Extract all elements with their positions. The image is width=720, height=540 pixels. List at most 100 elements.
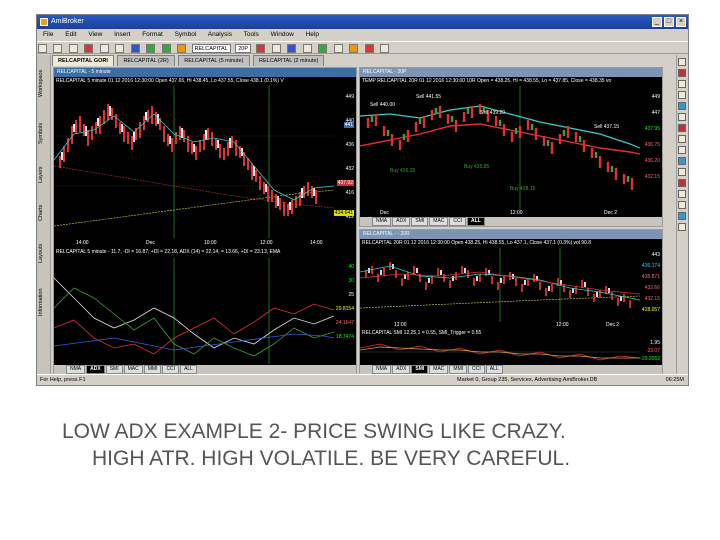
regression-tool-icon[interactable]	[678, 201, 686, 209]
pointer-icon[interactable]	[678, 58, 686, 66]
arc-tool-icon[interactable]	[678, 135, 686, 143]
sidebar-layers[interactable]: Layers	[38, 159, 49, 191]
menu-help[interactable]: Help	[306, 31, 319, 38]
text-tool-icon[interactable]	[364, 44, 374, 53]
tab-cci[interactable]: CCI	[162, 365, 180, 374]
symbol-select[interactable]: RELCAPITAL	[191, 44, 231, 53]
print-icon[interactable]	[84, 44, 94, 53]
workspace-sidebar: Workspace Symbols Layers Charts Layouts …	[37, 55, 51, 375]
tab-mmi[interactable]: MMI	[143, 365, 162, 374]
tab-relcapital-gori[interactable]: RELCAPITAL GORI	[52, 55, 114, 66]
fib-tool-icon[interactable]	[678, 146, 686, 154]
sidebar-workspace[interactable]: Workspace	[38, 59, 49, 107]
copy-icon[interactable]	[115, 44, 125, 53]
tab-nma[interactable]: NMA	[66, 365, 86, 374]
bottom-right-smi-chart[interactable]	[360, 338, 663, 366]
tab-mac[interactable]: MAC	[429, 217, 449, 226]
sell-label: Sell 437.15	[594, 124, 620, 130]
cut-icon[interactable]	[99, 44, 109, 53]
tab-all[interactable]: ALL	[180, 365, 197, 374]
delete-tool-icon[interactable]	[678, 223, 686, 231]
menu-tools[interactable]: Tools	[244, 31, 259, 38]
channel-tool-icon[interactable]	[678, 102, 686, 110]
bar-chart-icon[interactable]	[256, 44, 266, 53]
zoom-out-icon[interactable]	[161, 44, 171, 53]
new-icon[interactable]	[38, 44, 47, 53]
menu-edit[interactable]: Edit	[65, 31, 76, 38]
line-chart-icon[interactable]	[271, 44, 281, 53]
text-icon[interactable]	[678, 168, 686, 176]
tab-mac[interactable]: MAC	[429, 365, 449, 374]
tab-cci[interactable]: CCI	[468, 365, 485, 374]
tab-smi[interactable]: SMI	[105, 365, 123, 374]
fibonacci-icon[interactable]	[349, 44, 359, 53]
tab-nma[interactable]: NMA	[372, 365, 392, 374]
tab-adx[interactable]: ADX	[392, 365, 411, 374]
buy-label: Buy 436.25	[390, 168, 416, 174]
left-adx-chart[interactable]	[54, 258, 357, 364]
save-icon[interactable]	[68, 44, 78, 53]
menu-view[interactable]: View	[88, 31, 102, 38]
price-tag: 437.92	[336, 180, 354, 186]
tab-mac[interactable]: MAC	[123, 365, 143, 374]
zigzag-tool-icon[interactable]	[678, 212, 686, 220]
cursor-icon[interactable]	[302, 44, 312, 53]
bottom-right-chart-pane[interactable]: RELCAPITAL - - 20R RELCAPITAL 20R 01 12 …	[359, 229, 663, 375]
sidebar-information[interactable]: Information	[38, 277, 49, 327]
left-pane-title: RELCAPITAL - 5 minute	[54, 68, 356, 77]
menu-bar: File Edit View Insert Format Symbol Anal…	[37, 29, 688, 41]
open-icon[interactable]	[53, 44, 63, 53]
amibroker-window: AmiBroker _ □ × File Edit View Insert Fo…	[36, 14, 689, 386]
interval-select[interactable]: 20P	[235, 44, 251, 53]
tab-relcapital-5min[interactable]: RELCAPITAL (5 minute)	[178, 55, 250, 66]
tab-mmi[interactable]: MMI	[449, 365, 468, 374]
line-tool-icon[interactable]	[678, 69, 686, 77]
sidebar-layouts[interactable]: Layouts	[38, 235, 49, 271]
left-indicator-tabs: NMA ADX SMI MAC MMI CCI ALL	[54, 365, 356, 374]
vline-tool-icon[interactable]	[678, 91, 686, 99]
tab-all[interactable]: ALL	[467, 217, 485, 226]
menu-analysis[interactable]: Analysis	[208, 31, 232, 38]
menu-file[interactable]: File	[43, 31, 53, 38]
menu-format[interactable]: Format	[142, 31, 163, 38]
ray-icon[interactable]	[333, 44, 343, 53]
menu-insert[interactable]: Insert	[114, 31, 130, 38]
sell-label: Sell 440.00	[370, 102, 396, 108]
tab-relcapital-2r[interactable]: RELCAPITAL (2R)	[117, 55, 175, 66]
menu-symbol[interactable]: Symbol	[175, 31, 197, 38]
menu-window[interactable]: Window	[271, 31, 294, 38]
tab-nma[interactable]: NMA	[372, 217, 392, 226]
erase-icon[interactable]	[380, 44, 390, 53]
arrow-tool-icon[interactable]	[678, 179, 686, 187]
tab-smi[interactable]: SMI	[411, 217, 429, 226]
refresh-icon[interactable]	[177, 44, 187, 53]
zoom-in-icon[interactable]	[146, 44, 156, 53]
bottom-right-time-axis: 12:00 12:00 Dec 2	[394, 322, 620, 328]
hline-tool-icon[interactable]	[678, 80, 686, 88]
sell-label: Sell 441.55	[416, 94, 442, 100]
tab-adx[interactable]: ADX	[86, 365, 105, 374]
candle-icon[interactable]	[287, 44, 297, 53]
sidebar-symbols[interactable]: Symbols	[38, 113, 49, 153]
left-price-chart[interactable]	[54, 86, 357, 238]
sidebar-charts[interactable]: Charts	[38, 197, 49, 229]
tab-cci[interactable]: CCI	[449, 217, 467, 226]
gann-tool-icon[interactable]	[678, 157, 686, 165]
sell-label: Sell 439.20	[480, 110, 506, 116]
paste-icon[interactable]	[130, 44, 140, 53]
close-button[interactable]: ×	[676, 17, 686, 27]
cycle-tool-icon[interactable]	[678, 190, 686, 198]
tab-adx[interactable]: ADX	[392, 217, 411, 226]
top-right-chart-pane[interactable]: RELCAPITAL - 20P TEMP RELCAPITAL 20R 01 …	[359, 67, 663, 227]
tab-relcapital-2min[interactable]: RELCAPITAL (2 minute)	[253, 55, 325, 66]
rectangle-tool-icon[interactable]	[678, 113, 686, 121]
left-chart-pane[interactable]: RELCAPITAL - 5 minute RELCAPITAL 5 minut…	[53, 67, 357, 375]
tab-all[interactable]: ALL	[485, 365, 503, 374]
bottom-right-indicator-tabs: NMA ADX SMI MAC MMI CCI ALL	[360, 365, 662, 374]
bottom-right-price-chart[interactable]	[360, 248, 663, 322]
minimize-button[interactable]: _	[652, 17, 662, 27]
tab-smi[interactable]: SMI	[411, 365, 429, 374]
maximize-button[interactable]: □	[664, 17, 674, 27]
trendline-icon[interactable]	[318, 44, 328, 53]
ellipse-tool-icon[interactable]	[678, 124, 686, 132]
